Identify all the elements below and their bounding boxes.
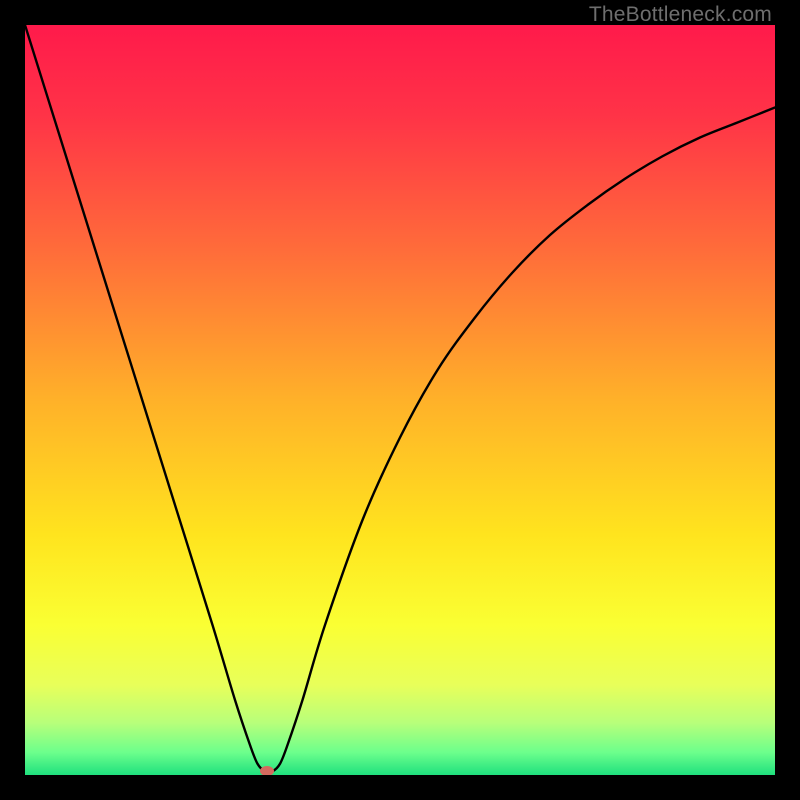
optimal-point-marker xyxy=(260,766,274,775)
watermark-text: TheBottleneck.com xyxy=(589,3,772,27)
chart-frame: TheBottleneck.com xyxy=(0,0,800,800)
plot-area xyxy=(25,25,775,775)
bottleneck-curve xyxy=(25,25,775,775)
